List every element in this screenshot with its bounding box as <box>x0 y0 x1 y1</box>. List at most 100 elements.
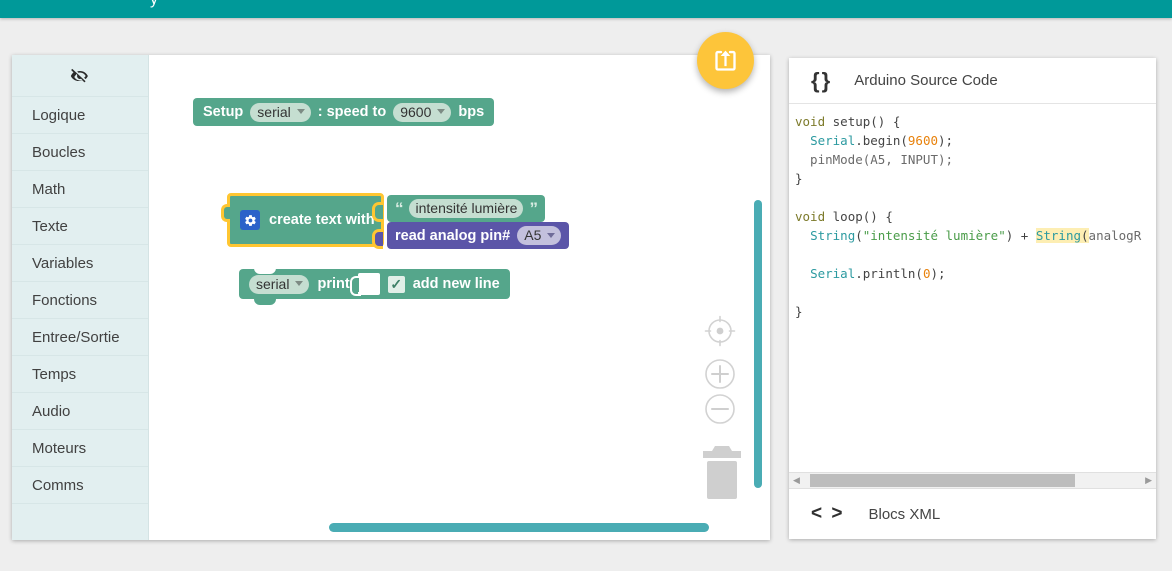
block-create-text-with[interactable]: create text with <box>227 193 384 247</box>
export-open-icon <box>712 47 739 74</box>
code-token: 9600 <box>908 133 938 148</box>
field-text-literal-value[interactable]: intensité lumière <box>409 199 524 218</box>
code-scroll-thumb[interactable] <box>810 474 1075 487</box>
blockly-workspace[interactable]: Setup serial : speed to 9600 bps create … <box>149 55 770 540</box>
toolbox-item-fonctions[interactable]: Fonctions <box>12 282 148 319</box>
block-setup-suffix: bps <box>458 104 484 120</box>
delete-blocks-trash[interactable] <box>699 445 745 506</box>
block-newline-label: add new line <box>413 276 500 292</box>
toolbox-item-label: Entree/Sortie <box>32 329 120 346</box>
workspace-vertical-scrollbar[interactable] <box>754 200 762 488</box>
code-line: pinMode(A5, INPUT); <box>795 150 1156 169</box>
field-setup-baud[interactable]: 9600 <box>393 103 451 122</box>
field-print-port[interactable]: serial <box>249 275 309 294</box>
code-line: Serial.println(0); <box>795 264 1156 283</box>
code-token <box>795 133 810 148</box>
code-line <box>795 283 1156 302</box>
block-setup-prefix: Setup <box>203 104 243 120</box>
code-token: ( <box>1081 228 1089 243</box>
code-line: } <box>795 169 1156 188</box>
zoom-out-icon <box>703 392 737 426</box>
toolbox-visibility-row[interactable] <box>12 55 148 97</box>
center-target-icon <box>703 314 737 348</box>
source-code-header[interactable]: { } Arduino Source Code <box>789 58 1156 104</box>
code-token: ) + <box>1006 228 1036 243</box>
code-token: ); <box>938 133 953 148</box>
field-setup-port[interactable]: serial <box>250 103 310 122</box>
trash-icon <box>699 445 745 501</box>
code-token: String <box>1036 228 1081 243</box>
toolbox-item-moteurs[interactable]: Moteurs <box>12 430 148 467</box>
code-scroll-track[interactable] <box>804 474 1141 487</box>
app-top-bar: y <box>0 0 1172 18</box>
code-line: void loop() { <box>795 207 1156 226</box>
code-token: } <box>795 171 803 186</box>
code-token: setup() { <box>833 114 901 129</box>
center-workspace-button[interactable] <box>703 314 737 353</box>
field-analog-pin-value: A5 <box>524 227 541 243</box>
toolbox-item-label: Boucles <box>32 144 85 161</box>
block-analog-label: read analog pin# <box>395 228 510 244</box>
blockly-editor-card: Logique Boucles Math Texte Variables Fon… <box>12 55 770 540</box>
field-setup-port-value: serial <box>257 104 290 120</box>
toolbox-item-label: Audio <box>32 403 70 420</box>
code-token: "intensité lumière" <box>863 228 1006 243</box>
workspace-horizontal-scrollbar[interactable] <box>329 523 709 532</box>
field-analog-pin[interactable]: A5 <box>517 226 561 245</box>
block-create-text-label: create text with <box>269 212 375 228</box>
toolbox-item-temps[interactable]: Temps <box>12 356 148 393</box>
block-serial-setup[interactable]: Setup serial : speed to 9600 bps <box>193 98 494 126</box>
chevron-down-icon <box>437 109 445 114</box>
code-line: } <box>795 302 1156 321</box>
checkbox-add-new-line[interactable]: ✓ <box>388 276 405 293</box>
scroll-right-arrow-icon[interactable]: ▶ <box>1145 476 1152 485</box>
block-input-socket-0[interactable] <box>372 202 383 222</box>
open-quote-icon: “ <box>395 199 403 219</box>
code-horizontal-scrollbar[interactable]: ◀ ▶ <box>789 472 1156 489</box>
block-left-notch <box>221 204 230 222</box>
code-token: } <box>795 304 803 319</box>
block-serial-print[interactable]: serial print ✓ add new line <box>239 269 510 299</box>
toolbox-item-label: Comms <box>32 477 84 494</box>
toolbox-item-label: Variables <box>32 255 93 272</box>
chevron-down-icon <box>297 109 305 114</box>
code-token: pinMode(A5, INPUT); <box>795 152 953 167</box>
toolbox-item-logique[interactable]: Logique <box>12 97 148 134</box>
toolbox-item-label: Texte <box>32 218 68 235</box>
code-line: String("intensité lumière") + String(ana… <box>795 226 1156 245</box>
toolbox-item-audio[interactable]: Audio <box>12 393 148 430</box>
block-read-analog-pin[interactable]: read analog pin# A5 <box>387 222 569 249</box>
code-line: void setup() { <box>795 112 1156 131</box>
toolbox-item-math[interactable]: Math <box>12 171 148 208</box>
gear-icon[interactable] <box>240 210 260 230</box>
zoom-out-button[interactable] <box>703 392 737 431</box>
scroll-left-arrow-icon[interactable]: ◀ <box>793 476 800 485</box>
toolbox-item-boucles[interactable]: Boucles <box>12 134 148 171</box>
eye-off-icon[interactable] <box>69 65 91 87</box>
toolbox-item-comms[interactable]: Comms <box>12 467 148 504</box>
source-code-text[interactable]: void setup() { Serial.begin(9600); pinMo… <box>789 104 1156 472</box>
export-fab-button[interactable] <box>697 32 754 89</box>
blocks-xml-section[interactable]: < > Blocs XML <box>789 489 1156 539</box>
code-token: .begin( <box>855 133 908 148</box>
block-empty-value-socket[interactable] <box>358 273 380 295</box>
block-print-label: print <box>317 276 349 292</box>
code-token: Serial <box>810 133 855 148</box>
chevron-down-icon <box>547 233 555 238</box>
blocks-toolbox: Logique Boucles Math Texte Variables Fon… <box>12 55 149 540</box>
toolbox-item-variables[interactable]: Variables <box>12 245 148 282</box>
block-input-socket-1[interactable] <box>372 229 383 249</box>
code-line <box>795 188 1156 207</box>
source-code-title: Arduino Source Code <box>854 72 997 89</box>
block-text-literal[interactable]: “ intensité lumière ” <box>387 195 545 222</box>
code-token: String <box>810 228 855 243</box>
braces-icon: { } <box>811 68 828 94</box>
close-quote-icon: ” <box>529 199 537 219</box>
toolbox-item-label: Moteurs <box>32 440 86 457</box>
toolbox-item-entree-sortie[interactable]: Entree/Sortie <box>12 319 148 356</box>
zoom-in-button[interactable] <box>703 357 737 396</box>
toolbox-item-label: Logique <box>32 107 85 124</box>
block-top-notch <box>254 268 276 274</box>
code-token <box>795 266 810 281</box>
toolbox-item-texte[interactable]: Texte <box>12 208 148 245</box>
